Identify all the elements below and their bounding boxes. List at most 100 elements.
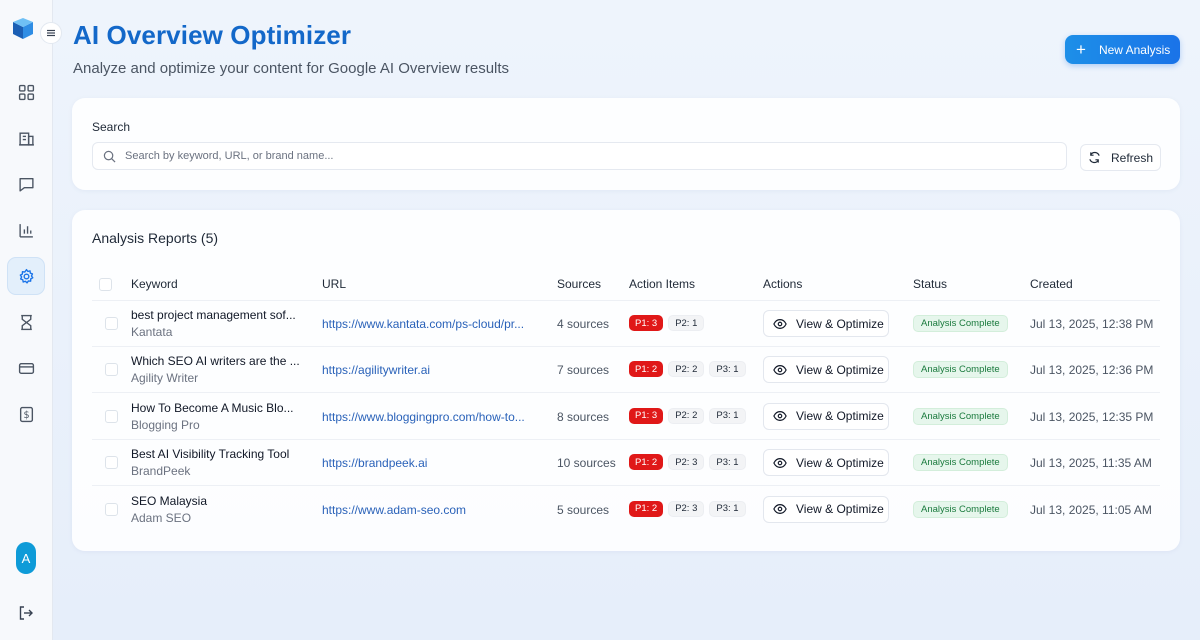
table-row[interactable]: How To Become A Music Blo... Blogging Pro… xyxy=(72,394,1180,440)
keyword-text: How To Become A Music Blo... xyxy=(131,400,294,415)
user-avatar[interactable]: A xyxy=(16,542,36,574)
table-row[interactable]: Which SEO AI writers are the ... Agility … xyxy=(72,347,1180,394)
eye-icon xyxy=(773,318,787,329)
grid-icon xyxy=(18,84,34,100)
action-items: P1: 2 P2: 2 P3: 1 xyxy=(629,361,746,378)
search-label: Search xyxy=(92,120,131,134)
priority-2-badge: P2: 2 xyxy=(668,407,705,424)
row-checkbox[interactable] xyxy=(105,502,118,516)
view-optimize-label: View & Optimize xyxy=(796,409,884,424)
sidebar-item-dashboard[interactable] xyxy=(7,73,45,111)
sidebar-item-ai-overview[interactable] xyxy=(7,257,45,295)
view-optimize-label: View & Optimize xyxy=(796,316,884,331)
refresh-label: Refresh xyxy=(1110,150,1154,165)
page-subtitle: Analyze and optimize your content for Go… xyxy=(73,60,510,77)
brand-text: Adam SEO xyxy=(131,510,192,525)
building-icon xyxy=(18,131,34,146)
logo-icon[interactable] xyxy=(12,18,34,40)
priority-2-badge: P2: 3 xyxy=(668,454,705,471)
sidebar-item-brands[interactable] xyxy=(7,119,45,157)
priority-1-badge: P1: 3 xyxy=(629,407,664,424)
keyword-text: best project management sof... xyxy=(131,308,296,322)
column-header-url[interactable]: URL xyxy=(322,277,346,291)
row-checkbox[interactable] xyxy=(105,409,118,423)
menu-icon xyxy=(47,29,55,37)
status-badge: Analysis Complete xyxy=(913,454,1008,472)
column-header-keyword[interactable]: Keyword xyxy=(131,277,178,291)
brand-text: Agility Writer xyxy=(131,371,199,386)
status-badge: Analysis Complete xyxy=(913,500,1008,518)
priority-3-badge: P3: 1 xyxy=(709,454,746,471)
priority-1-badge: P1: 2 xyxy=(629,500,664,517)
view-optimize-button[interactable]: View & Optimize xyxy=(763,310,889,337)
eye-icon xyxy=(773,504,787,515)
sources-count: 4 sources xyxy=(557,317,610,331)
priority-2-badge: P2: 3 xyxy=(668,500,705,517)
reports-title: Analysis Reports (5) xyxy=(92,230,219,246)
search-icon xyxy=(103,150,116,162)
url-link[interactable]: https://www.kantata.com/ps-cloud/pr... xyxy=(322,317,527,331)
new-analysis-label: New Analysis xyxy=(1098,42,1171,57)
keyword-text: Which SEO AI writers are the ... xyxy=(131,354,300,369)
sources-count: 7 sources xyxy=(557,363,610,378)
priority-1-badge: P1: 3 xyxy=(629,315,664,331)
dollar-icon: $ xyxy=(19,406,33,422)
view-optimize-button[interactable]: View & Optimize xyxy=(763,356,889,384)
column-header-status[interactable]: Status xyxy=(913,277,947,291)
created-date: Jul 13, 2025, 11:05 AM xyxy=(1030,502,1152,517)
row-checkbox[interactable] xyxy=(105,363,118,377)
row-checkbox[interactable] xyxy=(105,317,118,330)
table-row[interactable]: SEO Malaysia Adam SEO https://www.adam-seo… xyxy=(72,487,1180,533)
sidebar-item-billing[interactable] xyxy=(7,349,45,387)
column-header-sources[interactable]: Sources xyxy=(557,277,601,291)
table-row[interactable]: best project management sof... Kantata htt… xyxy=(72,301,1180,347)
eye-icon xyxy=(773,411,787,422)
column-header-created[interactable]: Created xyxy=(1030,277,1073,291)
created-date: Jul 13, 2025, 12:36 PM xyxy=(1030,363,1154,378)
eye-icon xyxy=(773,457,787,468)
sources-count: 10 sources xyxy=(557,456,616,471)
sidebar-item-pricing[interactable]: $ xyxy=(7,395,45,433)
priority-3-badge: P3: 1 xyxy=(709,407,746,424)
url-link[interactable]: https://www.adam-seo.com xyxy=(322,503,527,517)
view-optimize-button[interactable]: View & Optimize xyxy=(763,495,889,523)
column-header-action-items[interactable]: Action Items xyxy=(629,277,695,291)
sources-count: 5 sources xyxy=(557,502,610,517)
bar-chart-icon xyxy=(18,223,33,238)
hourglass-icon xyxy=(20,314,32,330)
keyword-text: SEO Malaysia xyxy=(131,493,208,508)
row-checkbox[interactable] xyxy=(105,456,118,470)
search-card: Search Refresh xyxy=(72,98,1180,190)
sidebar-toggle-button[interactable] xyxy=(40,22,62,44)
search-input[interactable] xyxy=(125,150,1025,162)
brand-text: BrandPeek xyxy=(131,464,191,479)
sidebar: $ A xyxy=(0,0,53,640)
status-badge: Analysis Complete xyxy=(913,361,1008,379)
new-analysis-button[interactable]: + New Analysis xyxy=(1065,35,1180,64)
url-link[interactable]: https://agilitywriter.ai xyxy=(322,363,527,377)
search-box[interactable] xyxy=(92,142,1067,170)
svg-text:$: $ xyxy=(23,410,29,421)
view-optimize-label: View & Optimize xyxy=(796,362,884,377)
sidebar-item-prompts[interactable] xyxy=(7,165,45,203)
url-link[interactable]: https://brandpeek.ai xyxy=(322,456,527,470)
view-optimize-button[interactable]: View & Optimize xyxy=(763,402,889,430)
url-link[interactable]: https://www.bloggingpro.com/how-to... xyxy=(322,410,527,424)
priority-2-badge: P2: 1 xyxy=(668,315,705,331)
refresh-button[interactable]: Refresh xyxy=(1080,144,1161,171)
logout-icon[interactable] xyxy=(18,605,34,621)
priority-3-badge: P3: 1 xyxy=(709,361,746,378)
sidebar-item-reports[interactable] xyxy=(7,303,45,341)
column-header-actions: Actions xyxy=(763,277,803,291)
eye-icon xyxy=(773,364,787,375)
action-items: P1: 3 P2: 1 xyxy=(629,315,705,331)
keyword-text: Best AI Visibility Tracking Tool xyxy=(131,447,290,462)
view-optimize-button[interactable]: View & Optimize xyxy=(763,449,889,477)
table-row[interactable]: Best AI Visibility Tracking Tool BrandPee… xyxy=(72,440,1180,487)
select-all-checkbox[interactable] xyxy=(99,278,112,291)
sidebar-item-analytics[interactable] xyxy=(7,211,45,249)
action-items: P1: 3 P2: 2 P3: 1 xyxy=(629,407,746,424)
credit-card-icon xyxy=(18,362,34,374)
status-badge: Analysis Complete xyxy=(913,315,1008,332)
brand-text: Kantata xyxy=(131,325,173,339)
